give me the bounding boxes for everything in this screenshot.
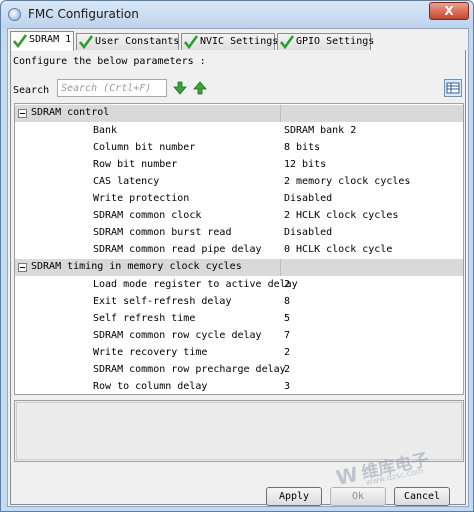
tab-label: NVIC Settings	[200, 36, 279, 47]
check-icon	[13, 34, 27, 48]
property-grid: SDRAM control Bank SDRAM bank 2 Column bi…	[14, 103, 464, 395]
property-name: Write recovery time	[93, 347, 208, 358]
check-icon	[184, 35, 198, 49]
property-row[interactable]: SDRAM common clock 2 HCLK clock cycles	[15, 207, 463, 224]
property-row[interactable]: Row to column delay 3	[15, 378, 463, 395]
property-row[interactable]: SDRAM common row cycle delay 7	[15, 327, 463, 344]
property-value[interactable]: 2 memory clock cycles	[284, 173, 410, 190]
property-name: SDRAM common row cycle delay	[93, 330, 262, 341]
close-button[interactable]: X	[429, 2, 469, 20]
property-name: Load mode register to active delay	[93, 279, 298, 290]
property-row[interactable]: Bank SDRAM bank 2	[15, 122, 463, 139]
search-label: Search :	[13, 85, 62, 96]
tab-panel-sdram-1: Configure the below parameters : Search …	[10, 50, 466, 505]
property-name: SDRAM common burst read	[93, 227, 232, 238]
property-row[interactable]: SDRAM common read pipe delay 0 HCLK clock…	[15, 241, 463, 258]
property-row[interactable]: CAS latency 2 memory clock cycles	[15, 173, 463, 190]
property-name: SDRAM common row precharge delay	[93, 364, 286, 375]
search-input[interactable]	[57, 79, 167, 97]
tab-label: User Constants	[95, 36, 180, 47]
tab-gpio-settings[interactable]: GPIO Settings	[277, 33, 375, 50]
property-name: CAS latency	[93, 176, 160, 187]
property-value[interactable]: 0 HCLK clock cycle	[284, 241, 392, 258]
property-value[interactable]: Disabled	[284, 190, 332, 207]
property-row[interactable]: Write recovery time 2	[15, 344, 463, 361]
grid-view-icon	[446, 82, 460, 94]
property-row[interactable]: Write protection Disabled	[15, 190, 463, 207]
arrow-down-icon[interactable]	[173, 81, 187, 95]
property-name: Row to column delay	[93, 381, 208, 392]
dialog-body: SDRAM 1 User Constants NVIC Settings GPI…	[7, 28, 469, 507]
property-name: Exit self-refresh delay	[93, 296, 232, 307]
property-row[interactable]: Column bit number 8 bits	[15, 139, 463, 156]
property-row[interactable]: SDRAM common burst read Disabled	[15, 224, 463, 241]
instruction-text: Configure the below parameters :	[13, 56, 206, 67]
table-view-button[interactable]	[444, 79, 462, 97]
fmc-configuration-window: FMC Configuration X SDRAM 1 User Constan…	[0, 0, 474, 512]
tab-nvic-settings[interactable]: NVIC Settings	[181, 33, 279, 50]
property-row[interactable]: SDRAM common row precharge delay 2	[15, 361, 463, 378]
tab-label: SDRAM 1	[29, 34, 72, 45]
property-value[interactable]: 2	[284, 276, 290, 293]
property-name: SDRAM common read pipe delay	[93, 244, 262, 255]
property-row[interactable]: Exit self-refresh delay 8	[15, 293, 463, 310]
title-bar[interactable]: FMC Configuration X	[1, 1, 473, 28]
property-name: Row bit number	[93, 159, 178, 170]
property-value[interactable]: 2	[284, 344, 290, 361]
arrow-up-icon[interactable]	[193, 81, 207, 95]
column-divider	[280, 105, 281, 122]
group-title: SDRAM timing in memory clock cycles	[31, 261, 242, 272]
property-value[interactable]: 5	[284, 310, 290, 327]
check-icon	[280, 35, 294, 49]
tab-strip: SDRAM 1 User Constants NVIC Settings GPI…	[10, 31, 468, 51]
watermark-logo: W	[333, 461, 361, 490]
tab-sdram-1[interactable]: SDRAM 1	[10, 31, 74, 51]
property-row[interactable]: Load mode register to active delay 2	[15, 276, 463, 293]
collapse-toggle-icon[interactable]	[18, 263, 27, 272]
property-row[interactable]: Self refresh time 5	[15, 310, 463, 327]
property-value[interactable]: 8	[284, 293, 290, 310]
property-name: Column bit number	[93, 142, 196, 153]
group-header-sdram-timing[interactable]: SDRAM timing in memory clock cycles	[15, 259, 463, 276]
group-header-sdram-control[interactable]: SDRAM control	[15, 105, 463, 122]
property-row[interactable]: Row bit number 12 bits	[15, 156, 463, 173]
collapse-toggle-icon[interactable]	[18, 109, 27, 118]
property-name: Self refresh time	[93, 313, 196, 324]
property-value[interactable]: 8 bits	[284, 139, 320, 156]
property-name: SDRAM common clock	[93, 210, 202, 221]
property-name: Bank	[93, 125, 118, 136]
property-value[interactable]: SDRAM bank 2	[284, 122, 356, 139]
column-divider	[280, 259, 281, 276]
property-value[interactable]: Disabled	[284, 224, 332, 241]
property-value[interactable]: 2	[284, 361, 290, 378]
property-value[interactable]: 12 bits	[284, 156, 326, 173]
property-value[interactable]: 7	[284, 327, 290, 344]
window-title: FMC Configuration	[28, 7, 139, 21]
app-icon	[8, 8, 21, 21]
group-title: SDRAM control	[31, 107, 110, 118]
property-value[interactable]: 2 HCLK clock cycles	[284, 207, 398, 224]
apply-button[interactable]: Apply	[266, 487, 322, 506]
property-name: Write protection	[93, 193, 190, 204]
property-value[interactable]: 3	[284, 378, 290, 395]
tab-user-constants[interactable]: User Constants	[76, 33, 179, 50]
check-icon	[79, 35, 93, 49]
tab-label: GPIO Settings	[296, 36, 375, 47]
